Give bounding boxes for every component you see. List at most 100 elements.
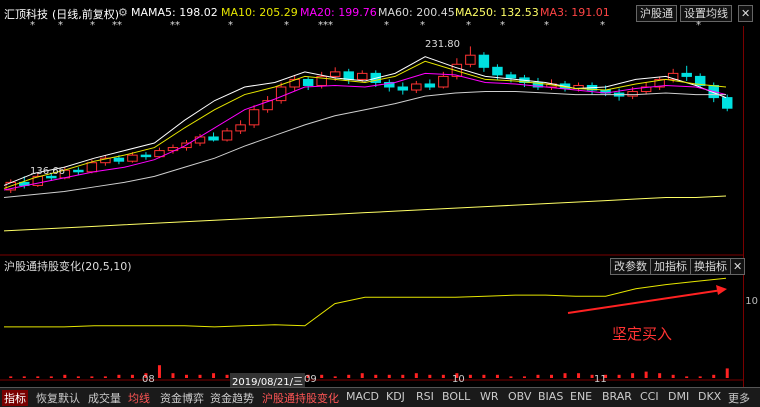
volume-bar <box>387 374 391 378</box>
ma250-value: MA250: 132.53 <box>455 6 539 19</box>
close-icon[interactable]: ✕ <box>738 5 754 22</box>
candle[interactable] <box>505 74 517 79</box>
volume-bar <box>63 374 67 378</box>
price-high-label: 231.80 <box>425 39 460 50</box>
tab-wr[interactable]: WR <box>480 390 499 403</box>
candle[interactable] <box>86 162 98 173</box>
tab-more[interactable]: 更多 <box>728 390 750 406</box>
volume-bar <box>320 374 324 378</box>
candle[interactable] <box>329 71 341 77</box>
candle[interactable] <box>235 124 246 132</box>
volume-bar <box>130 374 134 378</box>
volume-bar <box>685 376 689 378</box>
set-ma-button[interactable]: 设置均线 <box>680 5 732 22</box>
tab-fund-game[interactable]: 资金博弈 <box>160 390 204 406</box>
tab-obv[interactable]: OBV <box>508 390 531 403</box>
candle[interactable] <box>275 86 287 102</box>
candle[interactable] <box>722 97 733 109</box>
ma3-value: MA3: 191.01 <box>540 6 610 19</box>
candle[interactable] <box>140 154 152 158</box>
volume-bar <box>428 374 432 378</box>
volume-bar <box>171 373 175 378</box>
volume-bar <box>658 373 662 378</box>
candle[interactable] <box>289 78 300 88</box>
candle[interactable] <box>208 136 219 141</box>
ma60-value: MA60: 200.45 <box>378 6 455 19</box>
ma10-value: MA10: 205.29 <box>221 6 298 19</box>
volume-bar <box>414 373 418 378</box>
candle[interactable] <box>248 109 260 126</box>
cursor-date: 2019/08/21/三 <box>230 373 306 388</box>
tab-hgt-holding[interactable]: 沪股通持股变化 <box>262 390 339 406</box>
volume-bar <box>495 374 499 378</box>
close-icon[interactable]: ✕ <box>730 258 746 275</box>
candle[interactable] <box>478 54 490 68</box>
tab-indicator[interactable]: 指标 <box>2 390 28 406</box>
price-low-label: 136.66 <box>30 166 65 177</box>
ma-line-ma60 <box>3 91 726 199</box>
time-label: 09 <box>304 374 317 385</box>
candle[interactable] <box>302 78 314 86</box>
tab-fund-trend[interactable]: 资金趋势 <box>210 390 254 406</box>
candle[interactable] <box>438 75 449 88</box>
volume-bar <box>103 376 107 378</box>
volume-bar <box>90 376 94 378</box>
annotation-arrowhead <box>716 285 727 295</box>
candle[interactable] <box>397 86 409 91</box>
volume-bar <box>577 373 581 378</box>
tab-cci[interactable]: CCI <box>640 390 659 403</box>
candle[interactable] <box>343 71 354 80</box>
volume-bar <box>401 374 405 378</box>
add-indicator-button[interactable]: 加指标 <box>650 258 691 275</box>
tab-dkx[interactable]: DKX <box>698 390 721 403</box>
volume-bar <box>212 373 216 378</box>
price-and-indicator-chart[interactable]: 231.80 136.66 坚定买入 <box>0 26 744 387</box>
tab-kdj[interactable]: KDJ <box>386 390 405 403</box>
tab-macd[interactable]: MACD <box>346 390 379 403</box>
tab-restore-default[interactable]: 恢复默认 <box>36 390 80 406</box>
tab-brar[interactable]: BRAR <box>602 390 632 403</box>
candle[interactable] <box>492 66 503 76</box>
candle[interactable] <box>194 136 206 144</box>
tab-dmi[interactable]: DMI <box>668 390 689 403</box>
time-label: 10 <box>452 374 465 385</box>
candle[interactable] <box>127 154 138 162</box>
volume-bar <box>76 376 80 378</box>
candle[interactable] <box>357 72 368 80</box>
volume-bar <box>157 365 161 378</box>
candle[interactable] <box>465 54 476 65</box>
tab-rsi[interactable]: RSI <box>416 390 434 403</box>
candle[interactable] <box>73 169 84 173</box>
tab-volume[interactable]: 成交量 <box>88 390 121 406</box>
volume-bar <box>374 374 378 378</box>
tab-boll[interactable]: BOLL <box>442 390 470 403</box>
volume-bar <box>671 374 675 378</box>
stock-name: 汇顶科技 <box>4 8 48 21</box>
candle[interactable] <box>113 157 125 162</box>
gear-icon[interactable]: ⚙ <box>118 6 128 19</box>
stock-chart-window: 汇顶科技 (日线,前复权) ⚙ MA MA5: 198.02 MA10: 205… <box>0 0 760 407</box>
switch-indicator-button[interactable]: 换指标 <box>690 258 731 275</box>
change-params-button[interactable]: 改参数 <box>610 258 651 275</box>
hgt-button[interactable]: 沪股通 <box>636 5 677 22</box>
candle[interactable] <box>221 130 233 141</box>
ma-label: MA <box>131 6 149 19</box>
right-price-axis: 10 <box>743 26 760 387</box>
volume-bar <box>725 368 729 378</box>
candle[interactable] <box>681 72 692 77</box>
tab-ma[interactable]: 均线 <box>128 390 150 406</box>
ma-line-ma250 <box>3 195 727 232</box>
volume-bar <box>644 371 648 378</box>
candle[interactable] <box>424 83 436 88</box>
candle[interactable] <box>411 83 422 91</box>
candle[interactable] <box>627 91 638 97</box>
tab-bias[interactable]: BIAS <box>538 390 563 403</box>
tab-ene[interactable]: ENE <box>570 390 592 403</box>
volume-bar <box>712 374 716 378</box>
volume-bar <box>36 376 40 378</box>
volume-bar <box>360 373 364 378</box>
volume-bar <box>347 374 351 378</box>
volume-bar <box>563 373 567 378</box>
axis-label: 10 <box>745 296 758 307</box>
volume-bar <box>185 374 188 378</box>
